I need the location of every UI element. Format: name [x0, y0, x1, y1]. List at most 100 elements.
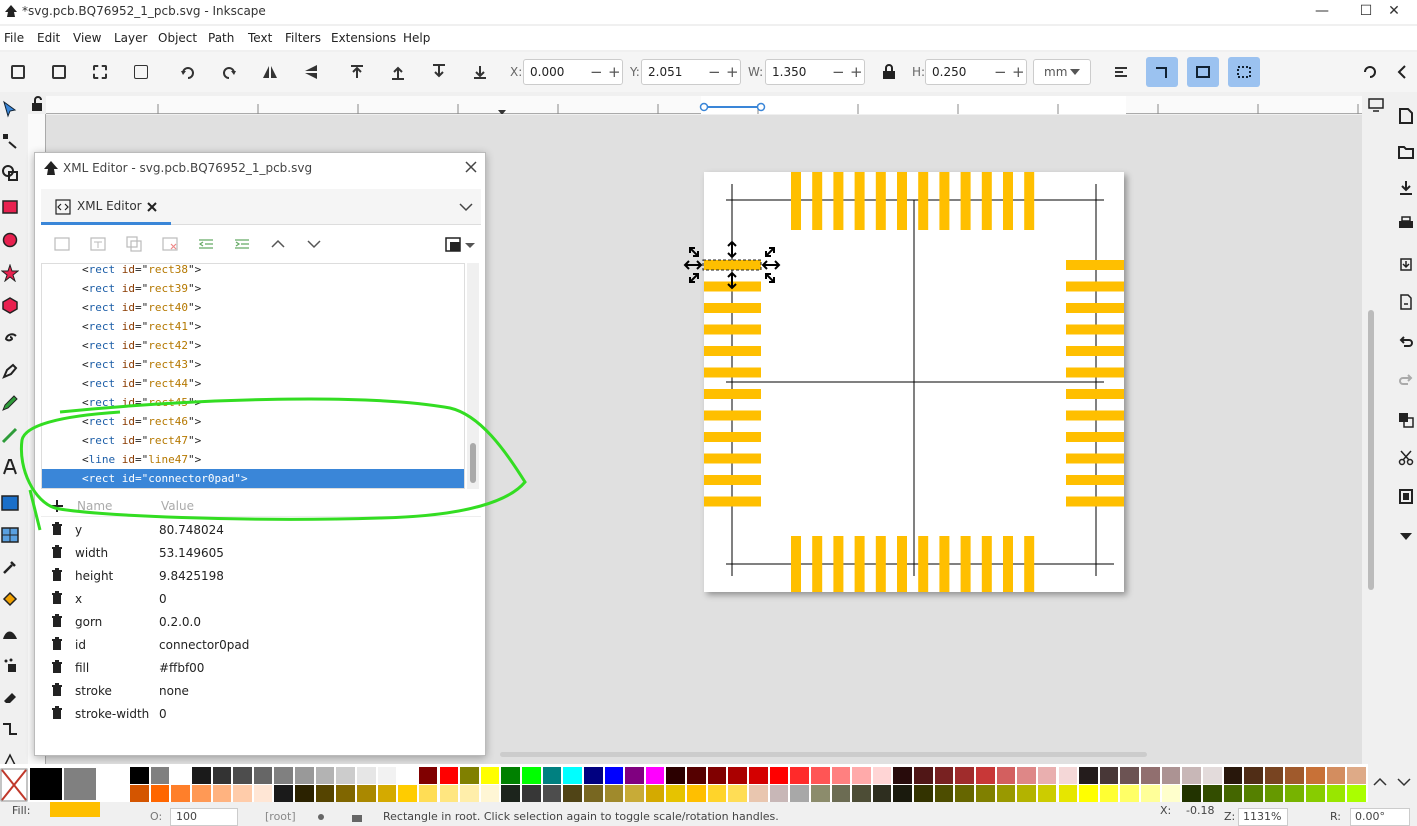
menu-file[interactable]: File — [4, 31, 24, 45]
color-swatch[interactable] — [996, 767, 1016, 784]
color-swatch[interactable] — [666, 767, 686, 784]
color-swatch[interactable] — [707, 785, 727, 802]
color-swatch[interactable] — [439, 785, 459, 802]
color-swatch[interactable] — [1202, 767, 1222, 784]
color-swatch[interactable] — [645, 767, 665, 784]
x-field[interactable]: − + — [523, 59, 623, 85]
color-swatch[interactable] — [1079, 767, 1098, 784]
eye-icon[interactable] — [314, 810, 328, 822]
color-swatch[interactable] — [1326, 767, 1346, 784]
color-swatch[interactable] — [1120, 767, 1140, 784]
attribute-name[interactable]: x — [75, 592, 82, 606]
more-commands-icon[interactable] — [1398, 528, 1414, 544]
x-increment[interactable]: + — [608, 63, 621, 81]
canvas-vertical-scrollbar[interactable] — [1368, 310, 1374, 590]
pad[interactable] — [1024, 536, 1035, 592]
text-tool-icon[interactable] — [1, 458, 19, 476]
save-icon[interactable] — [1398, 180, 1414, 196]
calligraphy-tool-icon[interactable] — [1, 426, 19, 444]
menu-object[interactable]: Object — [158, 31, 197, 45]
trash-icon[interactable] — [51, 545, 63, 559]
color-swatch[interactable] — [171, 767, 190, 784]
color-swatch[interactable] — [130, 767, 149, 784]
color-swatch[interactable] — [315, 785, 335, 802]
pad[interactable] — [1066, 324, 1124, 335]
color-swatch[interactable] — [955, 767, 974, 784]
pad[interactable] — [1066, 281, 1124, 292]
pad[interactable] — [704, 432, 761, 442]
xml-node-tree[interactable]: <rect id="rect38"> <rect id="rect39"> <rec… — [41, 263, 465, 489]
color-swatch[interactable] — [377, 785, 397, 802]
attribute-row[interactable]: stroke-width 0 — [41, 703, 481, 726]
color-swatch[interactable] — [831, 785, 851, 802]
attribute-row[interactable]: x0 — [41, 588, 481, 611]
x-decrement[interactable]: − — [590, 63, 603, 81]
pad[interactable] — [1066, 410, 1124, 421]
export-icon[interactable] — [1398, 294, 1414, 310]
h-input[interactable] — [932, 65, 986, 79]
xml-node[interactable]: <rect id="rect43"> — [42, 355, 464, 374]
minimize-button[interactable]: — — [1299, 0, 1345, 24]
trash-icon[interactable] — [51, 706, 63, 720]
color-swatch[interactable] — [1058, 767, 1078, 784]
color-swatch[interactable] — [1264, 767, 1284, 784]
color-swatch[interactable] — [522, 785, 541, 802]
document-page[interactable] — [704, 172, 1124, 592]
rectangle-tool-icon[interactable] — [1, 198, 19, 216]
tab-xml-editor[interactable]: XML Editor — [41, 189, 171, 225]
pad[interactable] — [791, 172, 801, 230]
color-swatch[interactable] — [191, 785, 211, 802]
chevron-down-icon[interactable] — [459, 202, 473, 212]
attribute-row[interactable]: width 53.149605 — [41, 542, 481, 565]
xml-node[interactable]: <rect id="rect42"> — [42, 336, 464, 355]
color-swatch[interactable] — [810, 785, 830, 802]
color-swatch[interactable] — [1141, 767, 1160, 784]
pad[interactable] — [704, 303, 761, 313]
menu-filters[interactable]: Filters — [285, 31, 321, 45]
rotation-field[interactable]: 0.00° — [1350, 808, 1410, 826]
color-swatch[interactable] — [1285, 785, 1305, 802]
undo-icon[interactable] — [1398, 334, 1414, 350]
redo-icon[interactable] — [1398, 372, 1414, 388]
mesh-tool-icon[interactable] — [1, 526, 19, 544]
pcb-footprint[interactable] — [704, 172, 1124, 592]
xml-node[interactable]: <rect id="rect41"> — [42, 317, 464, 336]
pad[interactable] — [704, 367, 761, 378]
gray-swatch[interactable] — [64, 768, 96, 800]
xml-node[interactable]: <rect id="rect45"> — [42, 393, 464, 412]
add-attribute-icon[interactable] — [51, 500, 63, 512]
color-swatch[interactable] — [645, 785, 665, 802]
star-tool-icon[interactable] — [1, 264, 19, 282]
color-swatch[interactable] — [1079, 785, 1098, 802]
pad[interactable] — [960, 536, 971, 592]
spray-tool-icon[interactable] — [1, 656, 19, 674]
white-swatch[interactable] — [98, 768, 130, 800]
color-swatch[interactable] — [790, 767, 809, 784]
pad[interactable] — [960, 172, 971, 230]
attribute-name[interactable]: id — [75, 638, 86, 652]
color-swatch[interactable] — [583, 767, 603, 784]
trash-icon[interactable] — [51, 683, 63, 697]
color-swatch[interactable] — [852, 767, 871, 784]
pad[interactable] — [833, 172, 844, 230]
raise-to-top-button[interactable] — [343, 58, 371, 86]
close-icon[interactable] — [465, 161, 477, 173]
new-text-node-icon[interactable] — [89, 235, 107, 253]
pad[interactable] — [1066, 496, 1124, 507]
color-swatch[interactable] — [728, 767, 747, 784]
w-increment[interactable]: + — [850, 63, 863, 81]
paste-icon[interactable] — [1398, 488, 1414, 504]
color-swatch[interactable] — [1202, 785, 1222, 802]
color-swatch[interactable] — [666, 785, 686, 802]
spiral-tool-icon[interactable] — [1, 328, 19, 346]
pad[interactable] — [981, 536, 992, 592]
unindent-node-icon[interactable] — [197, 235, 215, 253]
color-swatch[interactable] — [418, 785, 438, 802]
attribute-value[interactable]: 80.748024 — [159, 523, 224, 537]
select-all-layers-button[interactable] — [45, 58, 73, 86]
xml-node[interactable]: <rect id="rect39"> — [42, 279, 464, 298]
pad[interactable] — [704, 496, 761, 507]
indent-node-icon[interactable] — [233, 235, 251, 253]
menu-help[interactable]: Help — [403, 31, 430, 45]
h-decrement[interactable]: − — [994, 63, 1007, 81]
